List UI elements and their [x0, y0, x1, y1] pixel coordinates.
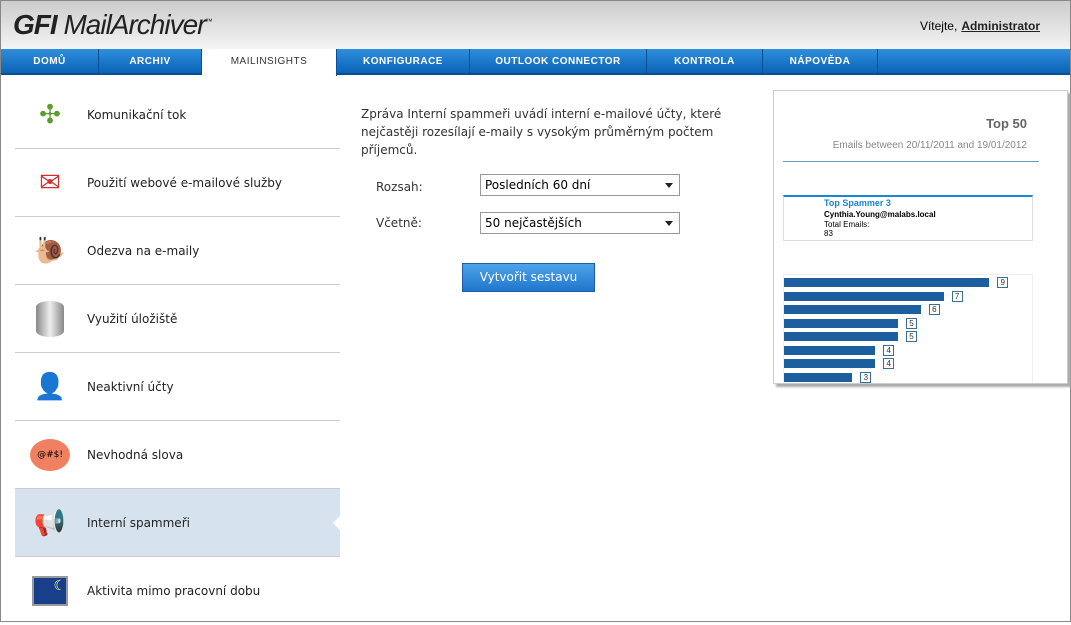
bar-chart: 97655443: [783, 274, 1033, 383]
range-label: Rozsah:: [376, 180, 423, 194]
sidebar-item-label: Interní spammeři: [87, 515, 190, 530]
bar: [784, 345, 876, 355]
bar-label: 4: [883, 344, 895, 356]
sidebar-item-storage[interactable]: Využití úložiště: [15, 285, 340, 353]
report-description: Zpráva Interní spammeři uvádí interní e-…: [361, 107, 722, 157]
night-monitor-icon: ☾: [27, 571, 73, 611]
bar-label: 5: [906, 331, 917, 342]
bar: [784, 372, 853, 382]
sidebar-item-offensive-words[interactable]: @#$! Nevhodná slova: [15, 421, 340, 489]
user-icon: 👤: [33, 371, 67, 402]
preview-subtitle: Emails between 20/11/2011 and 19/01/2012: [832, 140, 1027, 151]
sidebar-item-label: Komunikační tok: [87, 107, 187, 122]
tab-configuration[interactable]: KONFIGURACE: [337, 49, 470, 75]
card-total-label: Total Emails:: [824, 220, 870, 229]
tab-home[interactable]: DOMŮ: [1, 49, 99, 75]
tab-outlook-connector[interactable]: OUTLOOK CONNECTOR: [470, 49, 647, 75]
bar-label: 3: [860, 371, 872, 383]
sidebar-item-label: Odezva na e-maily: [87, 243, 200, 258]
bar: [784, 305, 921, 314]
sidebar-item-webmail[interactable]: ✉ Použití webové e-mailové služby: [15, 149, 340, 217]
sidebar-item-communication-flow[interactable]: ✣ Komunikační tok: [15, 81, 340, 149]
card-title: Top Spammer 3: [824, 198, 891, 208]
generate-report-button[interactable]: Vytvořit sestavu: [462, 263, 595, 292]
welcome-text: Vítejte,: [919, 19, 958, 33]
divider: [783, 161, 1039, 162]
bar: [784, 278, 990, 287]
tab-help[interactable]: NÁPOVĚDA: [763, 49, 878, 75]
include-select[interactable]: 50 nejčastějších: [480, 212, 680, 234]
database-icon: [27, 299, 73, 339]
header: GFI MailArchiver™ Vítejte, Administrator: [1, 1, 1070, 49]
main-nav: DOMŮ ARCHIV MAILINSIGHTS KONFIGURACE OUT…: [1, 49, 1070, 76]
bar-label: 6: [928, 304, 940, 315]
bar-label: 4: [883, 358, 895, 369]
bar: [784, 332, 898, 341]
bar: [784, 359, 876, 368]
range-select[interactable]: Posledních 60 dní: [480, 174, 680, 196]
sidebar-item-label: Využití úložiště: [87, 311, 178, 326]
sidebar: ✣ Komunikační tok ✉ Použití webové e-mailo…: [15, 81, 340, 625]
welcome: Vítejte, Administrator: [920, 19, 1040, 33]
card-email: Cynthia.Young@malabs.local: [824, 210, 936, 219]
sidebar-item-label: Použití webové e-mailové služby: [87, 175, 282, 190]
tab-audit[interactable]: KONTROLA: [647, 49, 763, 75]
logo: GFI MailArchiver™: [13, 9, 212, 40]
preview-title: Top 50: [986, 116, 1027, 131]
tab-mailinsights[interactable]: MAILINSIGHTS: [202, 49, 337, 76]
tab-archive[interactable]: ARCHIV: [99, 49, 202, 75]
sidebar-item-email-response[interactable]: 🐌 Odezva na e-maily: [15, 217, 340, 285]
user-link[interactable]: Administrator: [961, 19, 1040, 33]
network-icon: ✣: [39, 99, 61, 130]
sidebar-item-label: Neaktivní účty: [87, 379, 174, 394]
sidebar-item-inactive-accounts[interactable]: 👤 Neaktivní účty: [15, 353, 340, 421]
top-spammer-card: Top Spammer 3 Cynthia.Young@malabs.local…: [783, 195, 1033, 241]
bar-label: 7: [951, 290, 963, 302]
report-preview: Top 50 Emails between 20/11/2011 and 19/…: [773, 90, 1068, 384]
bar: [784, 291, 944, 301]
bar-label: 5: [906, 317, 917, 329]
snail-icon: 🐌: [33, 235, 67, 266]
sidebar-item-after-hours[interactable]: ☾ Aktivita mimo pracovní dobu: [15, 557, 340, 625]
sidebar-item-internal-spammers[interactable]: 📢 Interní spammeři: [15, 489, 340, 557]
webmail-icon: ✉: [39, 167, 61, 198]
bar: [784, 318, 898, 328]
bar-label: 9: [997, 277, 1009, 288]
include-label: Včetně:: [376, 216, 422, 230]
sidebar-item-label: Aktivita mimo pracovní dobu: [87, 584, 261, 598]
speech-bubble-icon: @#$!: [27, 435, 73, 475]
megaphone-icon: 📢: [33, 507, 67, 538]
card-total: 83: [824, 229, 833, 238]
sidebar-item-label: Nevhodná slova: [87, 447, 184, 462]
